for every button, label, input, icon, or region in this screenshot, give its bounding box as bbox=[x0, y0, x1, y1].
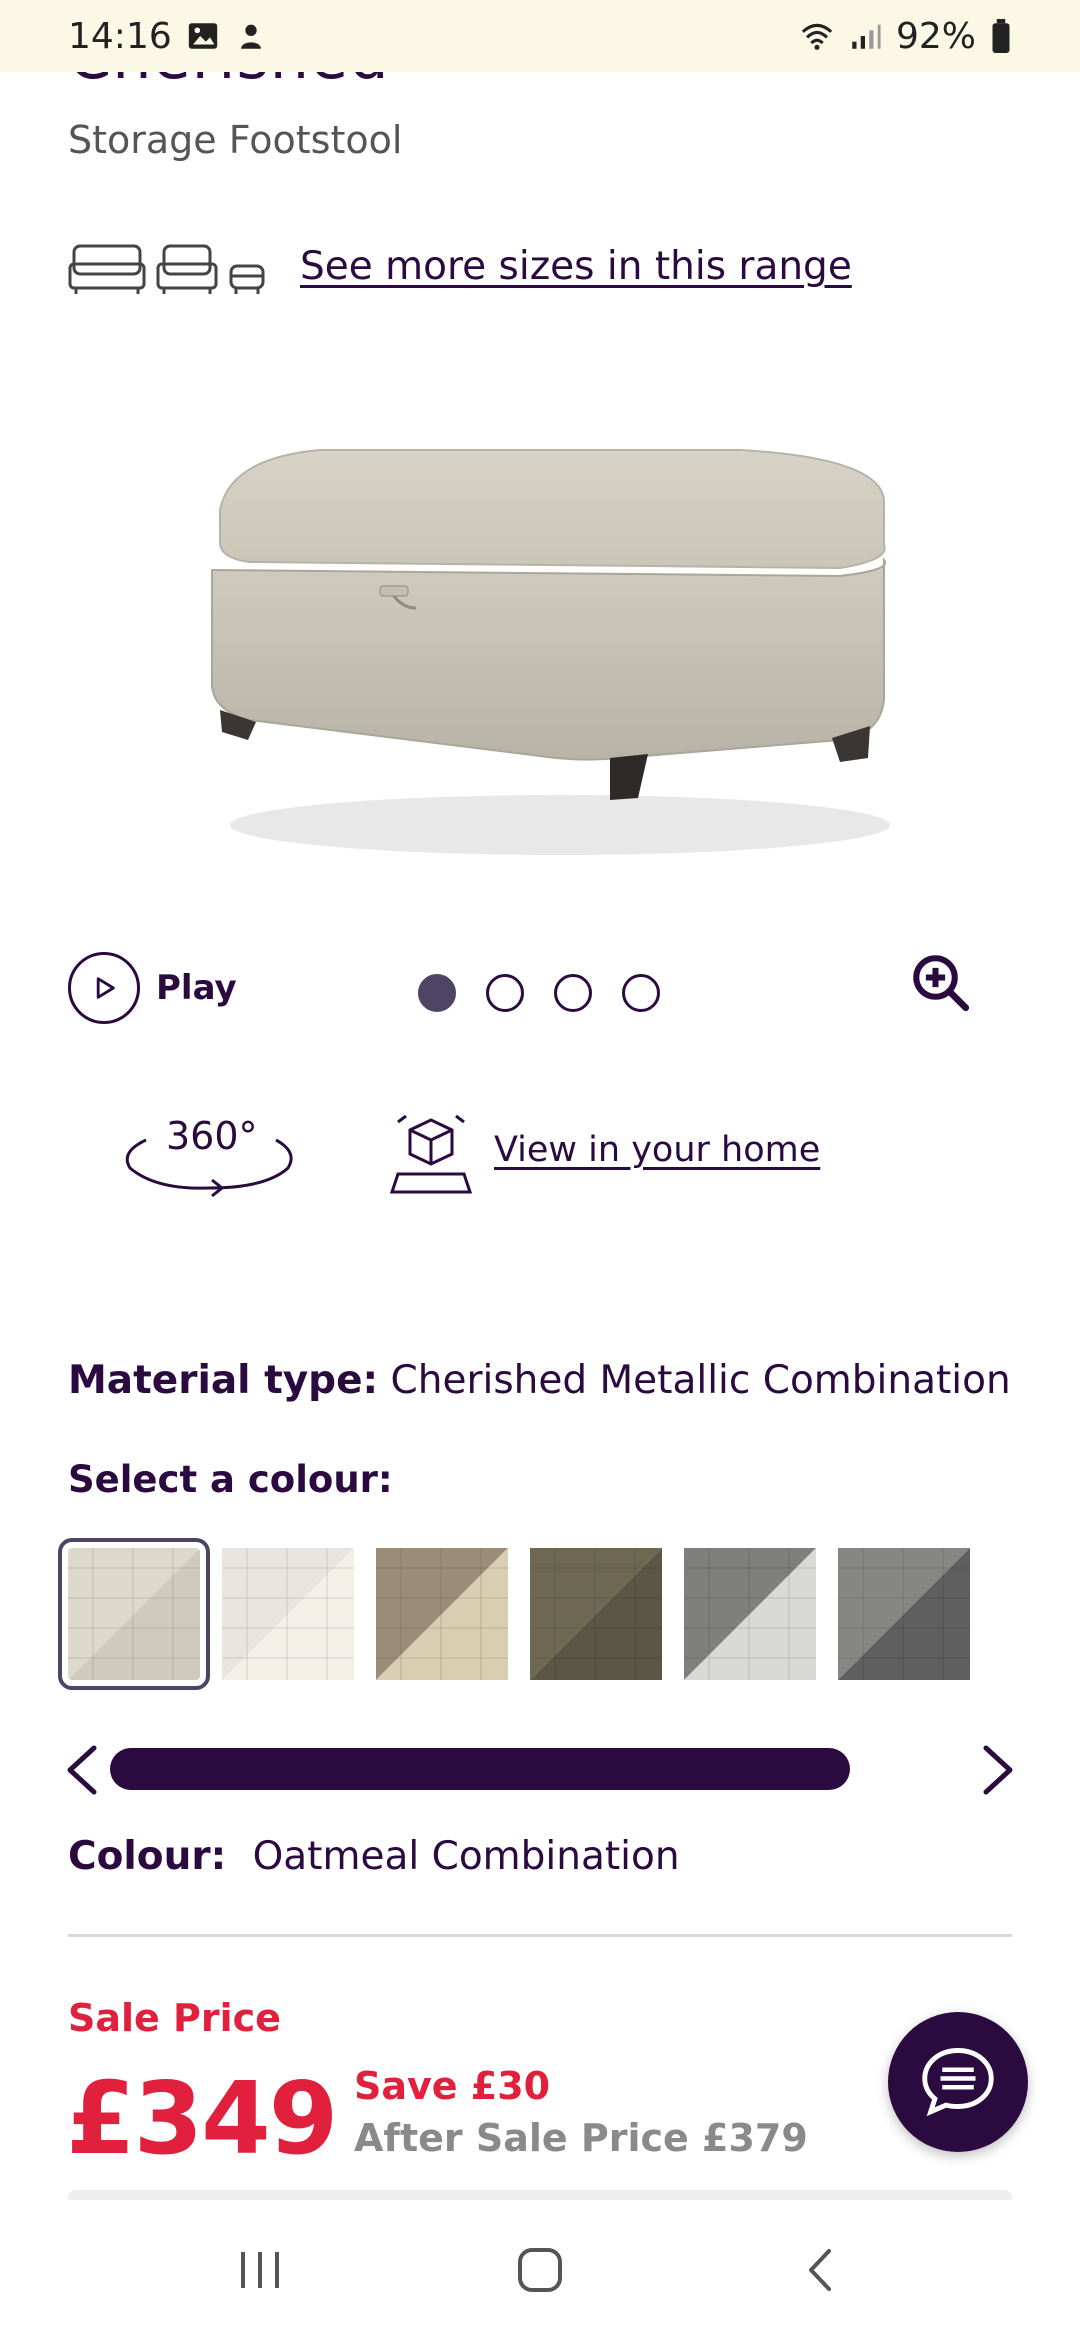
selected-colour: Colour: Oatmeal Combination bbox=[68, 1834, 680, 1879]
gallery-dot-2[interactable] bbox=[486, 974, 524, 1012]
play-label: Play bbox=[156, 968, 237, 1008]
colour-label: Colour: bbox=[68, 1834, 227, 1879]
status-left: 14:16 bbox=[68, 16, 268, 57]
scroll-thumb[interactable] bbox=[110, 1748, 850, 1790]
play-icon bbox=[68, 952, 140, 1024]
gallery-pagination bbox=[418, 974, 660, 1012]
swatch-silver-combination[interactable] bbox=[684, 1548, 816, 1680]
product-subtitle: Storage Footstool bbox=[68, 118, 403, 162]
battery-icon bbox=[990, 19, 1012, 53]
swatch-oatmeal-combination[interactable] bbox=[58, 1538, 210, 1690]
colour-swatches bbox=[58, 1538, 970, 1690]
ar-box-icon[interactable] bbox=[389, 1112, 473, 1198]
view-360-label: 360° bbox=[166, 1114, 258, 1158]
sale-price-label: Sale Price bbox=[68, 1996, 281, 2040]
wifi-icon bbox=[800, 19, 834, 53]
material-type: Material type: Cherished Metallic Combin… bbox=[68, 1358, 1011, 1403]
chat-bubble-icon bbox=[922, 2048, 994, 2117]
gallery-dot-1[interactable] bbox=[418, 974, 456, 1012]
divider bbox=[68, 1934, 1012, 1937]
gallery-icon bbox=[186, 19, 220, 53]
status-right: 92% bbox=[800, 16, 1012, 57]
signal-icon bbox=[848, 19, 882, 53]
sofa-icon bbox=[68, 240, 146, 300]
product-image[interactable] bbox=[200, 440, 900, 920]
notification-icon bbox=[234, 19, 268, 53]
after-sale-price: After Sale Price £379 bbox=[354, 2116, 808, 2160]
colour-value: Oatmeal Combination bbox=[252, 1834, 680, 1879]
size-icons[interactable] bbox=[68, 240, 266, 300]
home-icon[interactable] bbox=[505, 2235, 575, 2305]
armchair-icon bbox=[156, 240, 218, 300]
swatch-mink-combination[interactable] bbox=[376, 1548, 508, 1680]
save-amount: Save £30 bbox=[354, 2064, 551, 2108]
swatch-charcoal-combination[interactable] bbox=[838, 1548, 970, 1680]
select-colour-label: Select a colour: bbox=[68, 1458, 393, 1501]
battery-percent: 92% bbox=[895, 15, 976, 57]
view-360-button[interactable]: 360° bbox=[116, 1110, 302, 1200]
play-video-button[interactable]: Play bbox=[68, 952, 237, 1024]
android-nav-bar bbox=[0, 2200, 1080, 2340]
gallery-dot-4[interactable] bbox=[622, 974, 660, 1012]
back-icon[interactable] bbox=[785, 2235, 855, 2305]
status-time: 14:16 bbox=[68, 15, 172, 57]
chat-button[interactable] bbox=[888, 2012, 1028, 2152]
status-bar: 14:16 92% bbox=[0, 0, 1080, 72]
gallery-dot-3[interactable] bbox=[554, 974, 592, 1012]
material-label: Material type: bbox=[68, 1358, 379, 1403]
swatch-cream-combination[interactable] bbox=[222, 1548, 354, 1680]
footstool-icon bbox=[228, 240, 266, 300]
zoom-in-icon[interactable] bbox=[908, 950, 974, 1016]
see-more-sizes-link[interactable]: See more sizes in this range bbox=[300, 244, 852, 289]
material-value: Cherished Metallic Combination bbox=[390, 1358, 1011, 1403]
recent-apps-icon[interactable] bbox=[225, 2235, 295, 2305]
view-in-your-home-link[interactable]: View in your home bbox=[494, 1130, 820, 1170]
chevron-left-icon[interactable] bbox=[62, 1744, 102, 1796]
chevron-right-icon[interactable] bbox=[978, 1744, 1018, 1796]
price: £349 bbox=[66, 2060, 338, 2177]
swatch-olive-combination[interactable] bbox=[530, 1548, 662, 1680]
swatch-scroller[interactable] bbox=[62, 1738, 1018, 1800]
